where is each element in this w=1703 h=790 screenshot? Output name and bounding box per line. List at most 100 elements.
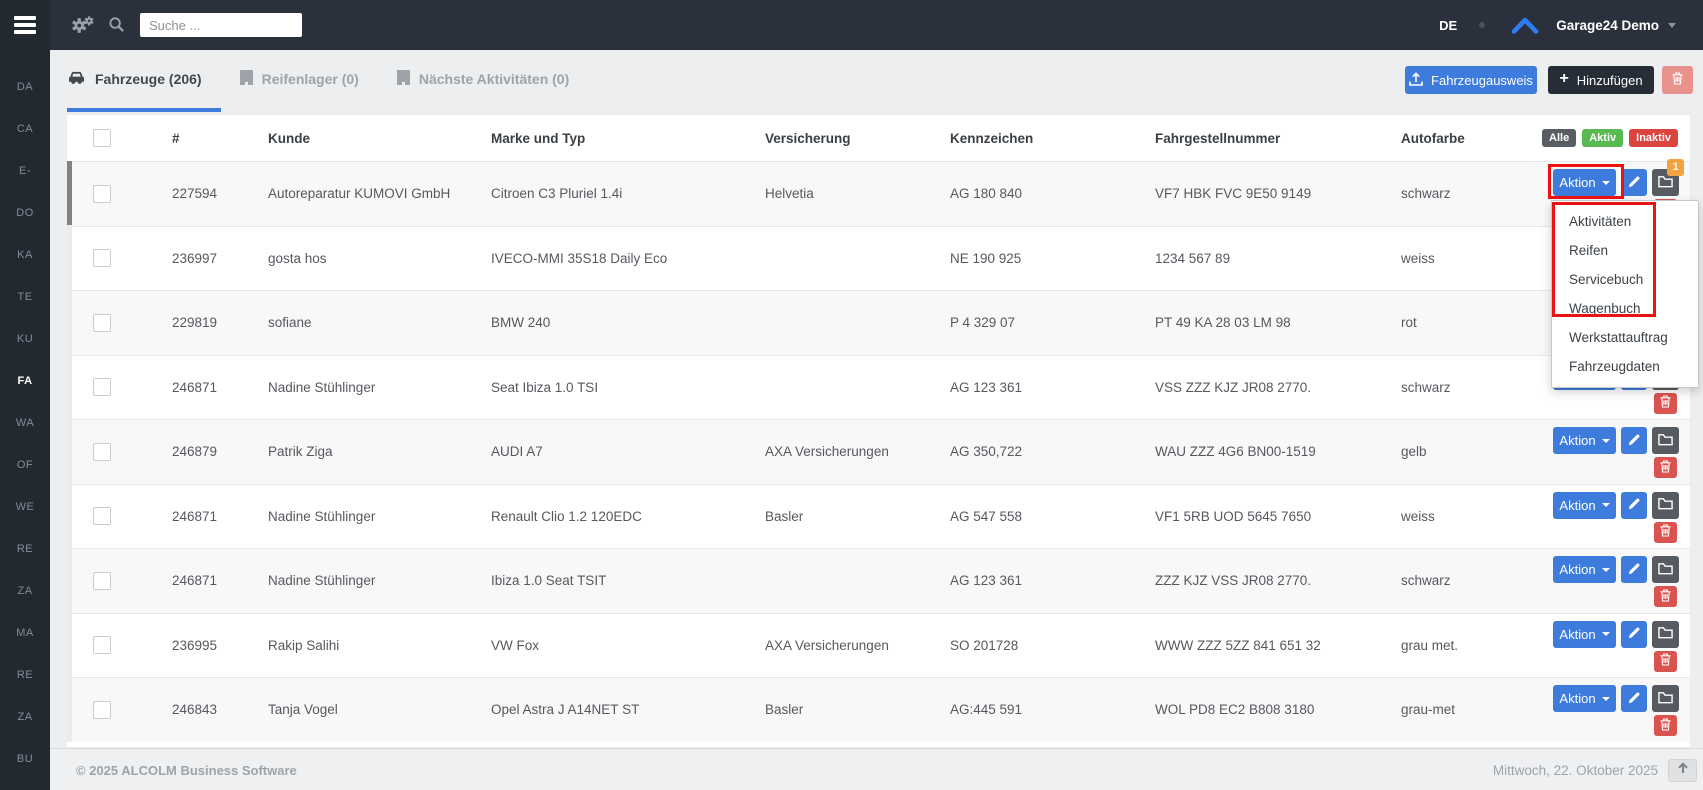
sidebar-item-ka-4[interactable]: KA xyxy=(0,234,50,276)
chevron-down-icon[interactable] xyxy=(1668,23,1676,28)
account-menu[interactable]: Garage24 Demo xyxy=(1556,18,1659,33)
bulk-delete-button[interactable] xyxy=(1662,66,1693,94)
row-checkbox[interactable] xyxy=(93,314,111,332)
row-aktion-dropdown-button[interactable]: Aktion xyxy=(1553,556,1616,583)
table-scrollbar xyxy=(67,161,72,742)
row-checkbox[interactable] xyxy=(93,378,111,396)
filter-alle[interactable]: Alle xyxy=(1542,129,1576,147)
row-edit-button[interactable] xyxy=(1621,492,1647,519)
row-documents-button[interactable] xyxy=(1652,621,1679,648)
row-documents-button[interactable]: 1 xyxy=(1652,169,1679,196)
row-edit-button[interactable] xyxy=(1621,556,1647,583)
search-icon[interactable] xyxy=(108,16,125,38)
cell-kennzeichen: AG 350,722 xyxy=(950,420,1155,484)
cell-versicherung: Basler xyxy=(765,678,950,742)
sidebar-item-ca-1[interactable]: CA xyxy=(0,108,50,150)
sidebar-item-te-5[interactable]: TE xyxy=(0,276,50,318)
row-delete-button[interactable] xyxy=(1654,522,1677,543)
row-checkbox[interactable] xyxy=(93,443,111,461)
sidebar-item-of-9[interactable]: OF xyxy=(0,444,50,486)
row-documents-button[interactable] xyxy=(1652,685,1679,712)
row-edit-button[interactable] xyxy=(1621,685,1647,712)
sidebar-nav: DACAE-DOKATEKUFAWAOFWEREZAMAREZABU xyxy=(0,66,50,780)
cell-versicherung xyxy=(765,549,950,613)
row-delete-button[interactable] xyxy=(1654,651,1677,672)
scrollbar-thumb[interactable] xyxy=(67,161,72,225)
cell-id: 236995 xyxy=(172,614,268,678)
row-checkbox[interactable] xyxy=(93,701,111,719)
row-documents-button[interactable] xyxy=(1652,492,1679,519)
gears-icon[interactable] xyxy=(70,15,94,41)
sidebar-item-wa-8[interactable]: WA xyxy=(0,402,50,444)
row-delete-button[interactable] xyxy=(1654,393,1677,414)
vehicles-table: # Kunde Marke und Typ Versicherung Kennz… xyxy=(67,115,1690,747)
cell-versicherung xyxy=(765,356,950,420)
cell-kunde: Patrik Ziga xyxy=(268,420,491,484)
cell-kunde: Rakip Salihi xyxy=(268,614,491,678)
cell-versicherung: Helvetia xyxy=(765,162,950,226)
row-delete-button[interactable] xyxy=(1654,586,1677,607)
cell-fahrgestellnummer: WAU ZZZ 4G6 BN00-1519 xyxy=(1155,420,1401,484)
tab-label: Nächste Aktivitäten (0) xyxy=(419,71,569,87)
trash-icon xyxy=(1660,718,1671,734)
sidebar-item-bu-16[interactable]: BU xyxy=(0,738,50,780)
row-documents-button[interactable] xyxy=(1652,556,1679,583)
row-aktion-dropdown-button[interactable]: Aktion xyxy=(1553,427,1616,454)
dropdown-item-werkstattauftrag[interactable]: Werkstattauftrag xyxy=(1552,323,1698,352)
cell-kunde: Nadine Stühlinger xyxy=(268,549,491,613)
dropdown-item-wagenbuch[interactable]: Wagenbuch xyxy=(1552,294,1698,323)
col-header-fahrgestellnummer: Fahrgestellnummer xyxy=(1155,115,1401,161)
row-delete-button[interactable] xyxy=(1654,715,1677,736)
arrow-up-icon xyxy=(1677,761,1689,779)
dropdown-item-fahrzeugdaten[interactable]: Fahrzeugdaten xyxy=(1552,352,1698,381)
row-aktion-dropdown-button[interactable]: Aktion xyxy=(1553,685,1616,712)
cell-id: 246879 xyxy=(172,420,268,484)
hinzufuegen-button[interactable]: + Hinzufügen xyxy=(1548,66,1654,94)
language-switch[interactable]: DE xyxy=(1439,18,1457,33)
dropdown-item-servicebuch[interactable]: Servicebuch xyxy=(1552,265,1698,294)
sidebar-item-we-10[interactable]: WE xyxy=(0,486,50,528)
sidebar-item-re-14[interactable]: RE xyxy=(0,654,50,696)
sidebar-item-da-0[interactable]: DA xyxy=(0,66,50,108)
dropdown-item-aktivitaten[interactable]: Aktivitäten xyxy=(1552,207,1698,236)
cell-id: 236997 xyxy=(172,227,268,291)
select-all-checkbox[interactable] xyxy=(93,129,111,147)
sidebar-item-za-15[interactable]: ZA xyxy=(0,696,50,738)
row-checkbox[interactable] xyxy=(93,185,111,203)
row-checkbox[interactable] xyxy=(93,572,111,590)
cell-fahrgestellnummer: VSS ZZZ KJZ JR08 2770. xyxy=(1155,356,1401,420)
sidebar-item-ku-6[interactable]: KU xyxy=(0,318,50,360)
dropdown-item-reifen[interactable]: Reifen xyxy=(1552,236,1698,265)
filter-inaktiv[interactable]: Inaktiv xyxy=(1629,129,1678,147)
row-checkbox[interactable] xyxy=(93,249,111,267)
row-edit-button[interactable] xyxy=(1621,169,1647,196)
row-edit-button[interactable] xyxy=(1621,621,1647,648)
row-aktion-dropdown-button[interactable]: Aktion xyxy=(1553,621,1616,648)
trash-icon xyxy=(1672,72,1683,88)
row-edit-button[interactable] xyxy=(1621,427,1647,454)
sidebar-item-e--2[interactable]: E- xyxy=(0,150,50,192)
search-input[interactable] xyxy=(140,13,302,37)
col-header-autofarbe: Autofarbe xyxy=(1401,115,1553,161)
row-aktion-dropdown-button[interactable]: Aktion xyxy=(1553,169,1616,196)
cell-autofarbe: grau met. xyxy=(1401,614,1553,678)
fahrzeugausweis-button[interactable]: Fahrzeugausweis xyxy=(1405,66,1537,94)
hamburger-menu-icon[interactable] xyxy=(14,16,36,34)
sidebar-item-fa-7[interactable]: FA xyxy=(0,360,50,402)
row-documents-button[interactable] xyxy=(1652,427,1679,454)
caret-down-icon xyxy=(1602,439,1610,443)
row-checkbox[interactable] xyxy=(93,636,111,654)
scroll-to-top-button[interactable] xyxy=(1668,759,1697,782)
sidebar-item-ma-13[interactable]: MA xyxy=(0,612,50,654)
tab-naechste-aktivitaeten[interactable]: Nächste Aktivitäten (0) xyxy=(378,50,588,112)
sidebar-item-do-3[interactable]: DO xyxy=(0,192,50,234)
row-aktion-dropdown-button[interactable]: Aktion xyxy=(1553,492,1616,519)
row-checkbox[interactable] xyxy=(93,507,111,525)
row-delete-button[interactable] xyxy=(1654,457,1677,478)
tab-reifenlager[interactable]: Reifenlager (0) xyxy=(221,50,378,112)
sidebar-item-re-11[interactable]: RE xyxy=(0,528,50,570)
filter-aktiv[interactable]: Aktiv xyxy=(1582,129,1623,147)
cell-fahrgestellnummer: VF7 HBK FVC 9E50 9149 xyxy=(1155,162,1401,226)
tab-fahrzeuge[interactable]: Fahrzeuge (206) xyxy=(67,50,221,112)
sidebar-item-za-12[interactable]: ZA xyxy=(0,570,50,612)
